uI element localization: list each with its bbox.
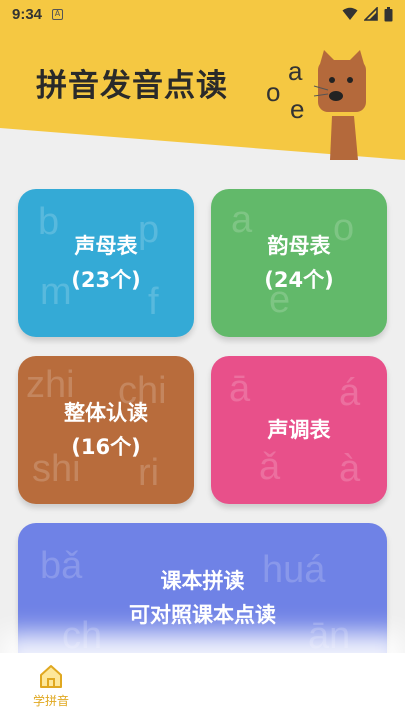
mascot-letter-e: e (290, 94, 304, 124)
app-notification-icon: A (52, 8, 64, 20)
tab-learn-pinyin[interactable]: 学拼音 (22, 663, 80, 709)
card-title: 韵母表 (267, 234, 331, 258)
bg-letter: bǎ (40, 545, 83, 587)
bg-letter: a (231, 199, 253, 241)
tones-table-card[interactable]: ā á ǎ à 声调表 (211, 356, 387, 504)
card-subtitle: (24个) (264, 268, 334, 292)
whole-syllables-card[interactable]: zhi chi shi ri 整体认读 (16个) (18, 356, 194, 504)
battery-icon (384, 6, 393, 21)
finals-table-card[interactable]: a o e 韵母表 (24个) (211, 189, 387, 337)
bg-letter: ā (229, 368, 251, 410)
bg-letter: á (339, 372, 361, 414)
bg-letter: f (148, 281, 159, 323)
status-time: 9:34 (12, 5, 43, 23)
bg-letter: p (138, 209, 160, 251)
bottom-navigation: 学拼音 (0, 653, 405, 720)
bg-letter: huá (262, 549, 326, 591)
card-subtitle: (16个) (71, 435, 141, 459)
card-title: 课本拼读 (160, 569, 245, 593)
bg-letter: b (38, 201, 60, 243)
page-title: 拼音发音点读 (36, 68, 228, 104)
card-title: 声调表 (267, 418, 331, 442)
mascot-letter-o: o (266, 77, 280, 107)
cat-mascot-illustration: o a e (266, 50, 366, 160)
bg-letter: ǎ (259, 446, 281, 488)
bg-letter: ri (138, 452, 160, 494)
bg-letter: à (339, 448, 361, 490)
textbook-reading-card[interactable]: bǎ huá ch ān 课本拼读 可对照课本点读 (18, 523, 387, 673)
bg-letter: ān (308, 615, 351, 657)
bg-letter: ch (62, 615, 103, 657)
card-subtitle: (23个) (71, 268, 141, 292)
bg-letter: o (333, 207, 355, 249)
card-title: 整体认读 (64, 401, 148, 425)
initials-table-card[interactable]: b p m f 声母表 (23个) (18, 189, 194, 337)
tab-label: 学拼音 (32, 694, 69, 708)
home-icon (40, 665, 62, 688)
signal-icon (364, 7, 378, 21)
status-bar: 9:34 A (0, 0, 405, 28)
mascot-letter-a: a (288, 56, 303, 86)
card-title: 声母表 (74, 234, 138, 258)
wifi-icon (342, 7, 358, 20)
card-subtitle: 可对照课本点读 (129, 603, 276, 627)
bg-letter: m (40, 271, 72, 313)
